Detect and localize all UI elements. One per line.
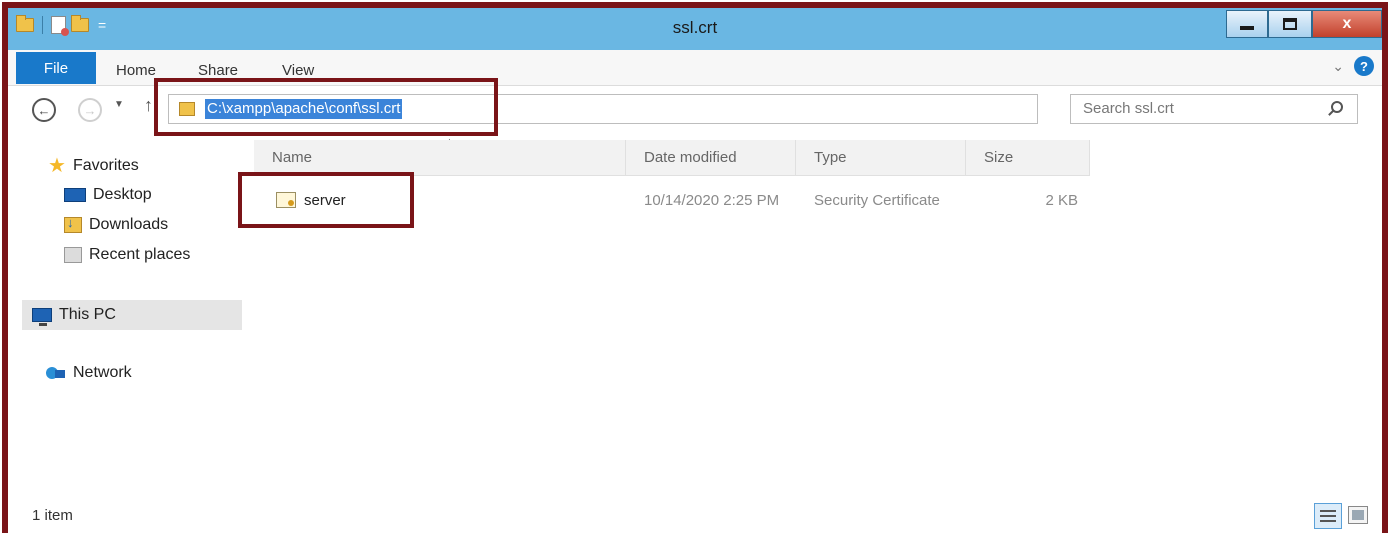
column-size[interactable]: Size	[966, 140, 1090, 176]
nav-network[interactable]: Network	[46, 364, 132, 382]
tab-share[interactable]: Share	[198, 62, 238, 79]
back-button[interactable]: ←	[32, 98, 56, 122]
item-count: 1 item	[32, 507, 73, 524]
ribbon-right-controls: ⌄ ?	[1332, 56, 1374, 76]
recent-places-icon	[64, 247, 82, 263]
column-date-modified[interactable]: Date modified	[626, 140, 796, 176]
window-controls: x	[1226, 8, 1382, 40]
maximize-icon	[1283, 18, 1297, 30]
downloads-icon	[64, 215, 82, 233]
minimize-button[interactable]	[1226, 10, 1268, 38]
nav-favorites-label: Favorites	[72, 157, 139, 174]
expand-ribbon-icon[interactable]: ⌄	[1332, 58, 1344, 75]
search-placeholder: Search ssl.crt	[1083, 100, 1174, 117]
column-name[interactable]: Name	[254, 140, 626, 176]
nav-downloads[interactable]: Downloads	[64, 215, 169, 234]
star-icon: ★	[48, 155, 66, 177]
column-type[interactable]: Type	[796, 140, 966, 176]
network-icon	[46, 365, 66, 381]
file-type: Security Certificate	[814, 192, 940, 209]
tab-file[interactable]: File	[16, 52, 96, 84]
details-view-icon	[1320, 510, 1336, 512]
title-bar: = ssl.crt x	[8, 8, 1382, 50]
nav-this-pc-label: This PC	[59, 306, 116, 323]
large-icons-view-button[interactable]	[1348, 506, 1368, 524]
navigation-pane: ★ Favorites Desktop Downloads Recent pla…	[22, 138, 242, 493]
nav-favorites[interactable]: ★ Favorites	[48, 156, 139, 176]
close-button[interactable]: x	[1312, 10, 1382, 38]
search-input[interactable]: Search ssl.crt	[1070, 94, 1358, 124]
nav-network-label: Network	[73, 364, 132, 381]
tab-view[interactable]: View	[282, 62, 314, 79]
nav-desktop-label: Desktop	[93, 186, 152, 203]
status-bar: 1 item	[8, 500, 1382, 533]
forward-button[interactable]: →	[78, 98, 102, 122]
explorer-window: = ssl.crt x File Home Share View ⌄ ? ← →…	[2, 2, 1388, 533]
details-view-icon	[1320, 520, 1336, 522]
details-view-icon	[1320, 515, 1336, 517]
nav-recent-places-label: Recent places	[89, 246, 191, 263]
minimize-icon	[1240, 26, 1254, 30]
nav-recent-places[interactable]: Recent places	[64, 246, 190, 264]
file-size: 2 KB	[1045, 192, 1078, 209]
tab-home[interactable]: Home	[116, 62, 156, 79]
column-header: Name Date modified Type Size	[254, 140, 1090, 176]
search-icon[interactable]	[1331, 101, 1343, 113]
nav-this-pc[interactable]: This PC	[22, 300, 242, 330]
help-icon[interactable]: ?	[1354, 56, 1374, 76]
maximize-button[interactable]	[1268, 10, 1312, 38]
nav-desktop[interactable]: Desktop	[64, 186, 152, 204]
file-highlight-box	[238, 172, 414, 228]
up-button[interactable]: ↑	[144, 95, 153, 116]
details-view-button[interactable]	[1314, 503, 1342, 529]
nav-downloads-label: Downloads	[89, 216, 169, 233]
address-highlight-box	[154, 78, 498, 136]
file-date-modified: 10/14/2020 2:25 PM	[644, 192, 780, 209]
recent-locations-icon[interactable]: ▼	[114, 99, 124, 110]
window-title: ssl.crt	[672, 18, 718, 37]
computer-icon	[32, 308, 52, 326]
desktop-icon	[64, 188, 86, 202]
